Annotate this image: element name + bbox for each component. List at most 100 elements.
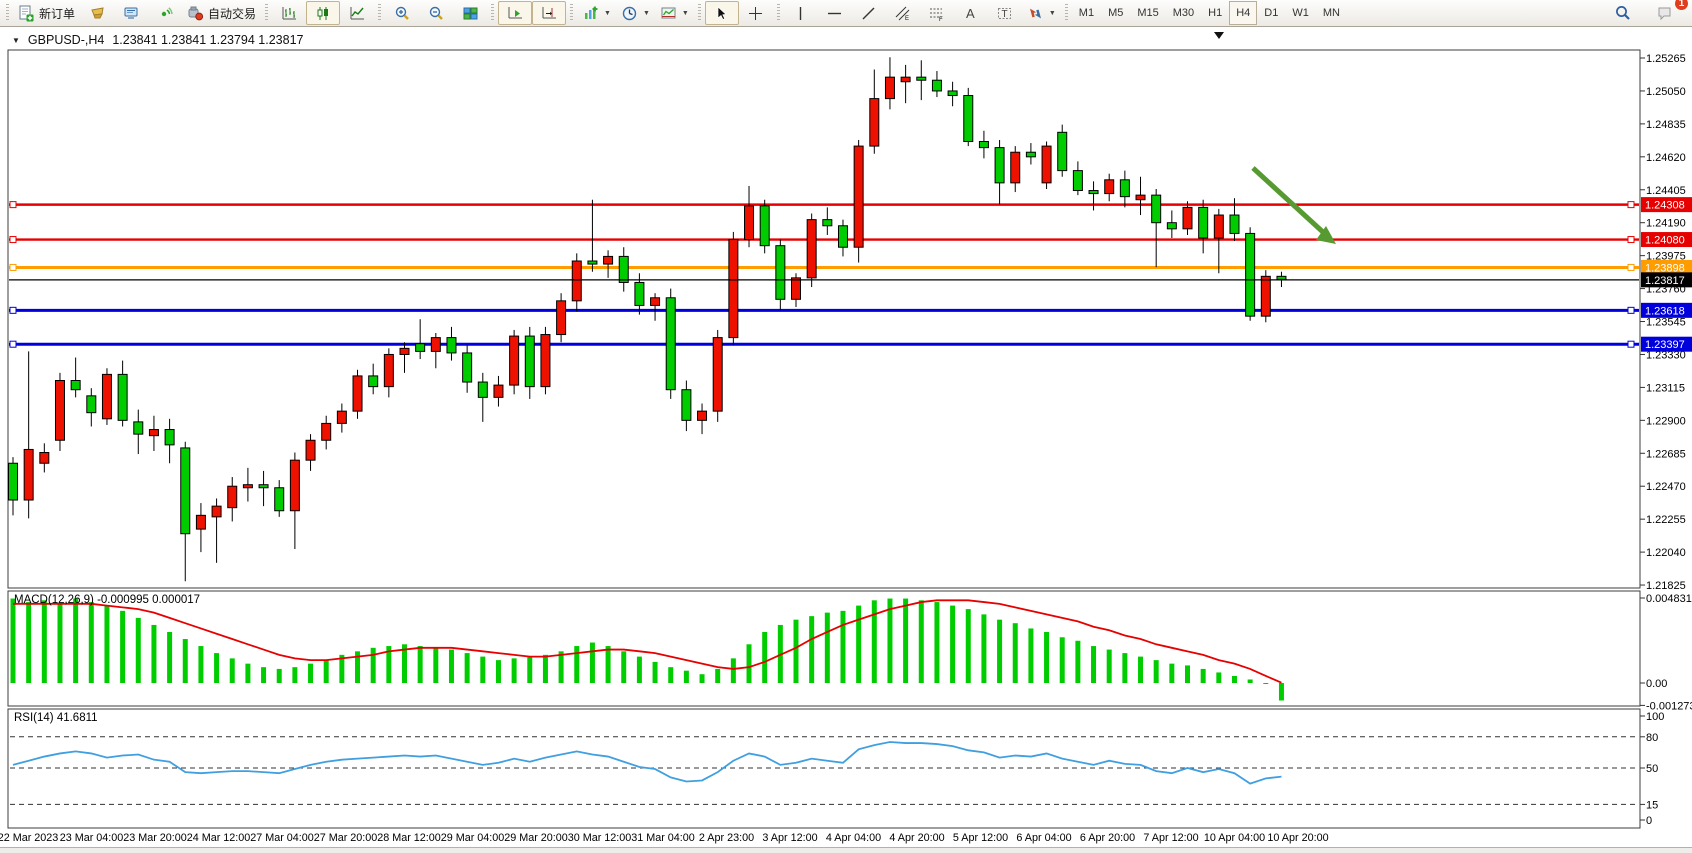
text-button[interactable]: A [954, 1, 988, 25]
line-handle[interactable] [1628, 202, 1634, 208]
trendline-icon [860, 5, 877, 22]
chart-title: GBPUSD-,H4 [28, 33, 104, 47]
chart-shift-button[interactable] [532, 1, 566, 25]
timeframe-M15[interactable]: M15 [1130, 1, 1165, 25]
candle-body [1152, 195, 1161, 223]
cursor-button[interactable] [705, 1, 739, 25]
candlestick-chart-button[interactable] [306, 1, 340, 25]
zoom-in-button[interactable] [385, 1, 419, 25]
new-order-button[interactable]: 新订单 [13, 1, 80, 25]
candle-body [71, 381, 80, 390]
candle-body [588, 261, 597, 264]
macd-histogram-bar [1060, 637, 1065, 683]
line-chart-button[interactable] [340, 1, 374, 25]
toolbar-grip[interactable] [777, 4, 780, 22]
alerts-button[interactable] [80, 1, 114, 25]
macd-histogram-bar [1091, 646, 1096, 683]
candle-body [118, 374, 127, 420]
candle-body [243, 485, 252, 488]
svg-text:30 Mar 12:00: 30 Mar 12:00 [568, 832, 632, 844]
svg-text:27 Mar 20:00: 27 Mar 20:00 [314, 832, 378, 844]
toolbar-grip[interactable] [378, 4, 381, 22]
macd-histogram-bar [919, 600, 924, 683]
toolbar-grip[interactable] [698, 4, 701, 22]
svg-text:6 Apr 04:00: 6 Apr 04:00 [1016, 832, 1071, 844]
line-handle[interactable] [10, 237, 16, 243]
svg-text:1.25050: 1.25050 [1646, 86, 1686, 98]
signals-button[interactable] [148, 1, 182, 25]
timeframe-MN[interactable]: MN [1316, 1, 1347, 25]
line-handle[interactable] [1628, 307, 1634, 313]
timeframe-M1[interactable]: M1 [1072, 1, 1101, 25]
svg-text:0.004831: 0.004831 [1646, 593, 1692, 605]
timeframe-M30[interactable]: M30 [1166, 1, 1201, 25]
equidistant-channel-button[interactable]: E [886, 1, 920, 25]
time-axis: 22 Mar 202323 Mar 04:0023 Mar 20:0024 Ma… [0, 832, 1329, 844]
bar-chart-button[interactable] [272, 1, 306, 25]
macd-histogram-bar [1013, 623, 1018, 683]
toolbar-grip[interactable] [570, 4, 573, 22]
svg-text:E: E [905, 16, 909, 22]
timeframe-W1[interactable]: W1 [1285, 1, 1316, 25]
chart-header[interactable]: ▼ GBPUSD-,H4 1.23841 1.23841 1.23794 1.2… [12, 33, 303, 47]
notifications-button[interactable]: 1 [1648, 1, 1682, 25]
svg-text:1.24405: 1.24405 [1646, 185, 1686, 197]
templates-button[interactable]: ▼ [655, 1, 694, 25]
macd-histogram-bar [120, 611, 125, 683]
candle-body [478, 382, 487, 397]
chevron-down-icon: ▼ [682, 10, 689, 17]
toolbar-right-group: 1 [1606, 1, 1682, 25]
svg-text:29 Mar 20:00: 29 Mar 20:00 [504, 832, 568, 844]
svg-text:4 Apr 04:00: 4 Apr 04:00 [826, 832, 881, 844]
arrow-objects-button[interactable]: ▼ [1022, 1, 1061, 25]
auto-trading-button[interactable]: 自动交易 [182, 1, 261, 25]
candle-body [572, 261, 581, 301]
line-chart-icon [349, 5, 366, 22]
line-handle[interactable] [1628, 237, 1634, 243]
window-status-strip [0, 847, 1692, 853]
candle-body [275, 488, 284, 511]
candle-body [901, 77, 910, 82]
search-button[interactable] [1606, 1, 1640, 25]
horizontal-line-button[interactable] [818, 1, 852, 25]
tile-windows-button[interactable] [453, 1, 487, 25]
timeframe-D1[interactable]: D1 [1257, 1, 1285, 25]
toolbar-grip[interactable] [491, 4, 494, 22]
timeframe-M5[interactable]: M5 [1101, 1, 1130, 25]
price-chart[interactable]: 1.252651.250501.248351.246201.244051.241… [0, 28, 1692, 846]
text-label-button[interactable]: T [988, 1, 1022, 25]
line-handle[interactable] [1628, 264, 1634, 270]
svg-text:1.22685: 1.22685 [1646, 448, 1686, 460]
candle-body [353, 376, 362, 411]
line-handle[interactable] [10, 264, 16, 270]
candle-body [259, 485, 268, 488]
candle-body [1261, 276, 1270, 316]
crosshair-button[interactable] [739, 1, 773, 25]
toolbar-grip[interactable] [1065, 4, 1068, 22]
line-handle[interactable] [1628, 341, 1634, 347]
scroll-position-marker[interactable] [1214, 32, 1224, 39]
trendline-button[interactable] [852, 1, 886, 25]
macd-histogram-bar [1138, 657, 1143, 683]
metaeditor-button[interactable] [114, 1, 148, 25]
macd-histogram-bar [700, 674, 705, 683]
periods-button[interactable]: ▼ [616, 1, 655, 25]
candle-body [1011, 152, 1020, 183]
line-handle[interactable] [10, 307, 16, 313]
toolbar-grip[interactable] [6, 4, 9, 22]
toolbar-grip[interactable] [265, 4, 268, 22]
indicators-button[interactable]: ▼ [577, 1, 616, 25]
candle-body [510, 336, 519, 385]
svg-text:1.25265: 1.25265 [1646, 53, 1686, 65]
chart-ohlc-quote: 1.23841 1.23841 1.23794 1.23817 [112, 33, 303, 47]
zoom-out-button[interactable] [419, 1, 453, 25]
line-handle[interactable] [10, 341, 16, 347]
timeframe-H4[interactable]: H4 [1229, 1, 1257, 25]
vertical-line-button[interactable] [784, 1, 818, 25]
auto-scroll-button[interactable] [498, 1, 532, 25]
timeframe-H1[interactable]: H1 [1201, 1, 1229, 25]
chart-menu-caret-icon[interactable]: ▼ [12, 36, 20, 45]
fibonacci-button[interactable]: F [920, 1, 954, 25]
candle-body [1120, 180, 1129, 197]
line-handle[interactable] [10, 202, 16, 208]
